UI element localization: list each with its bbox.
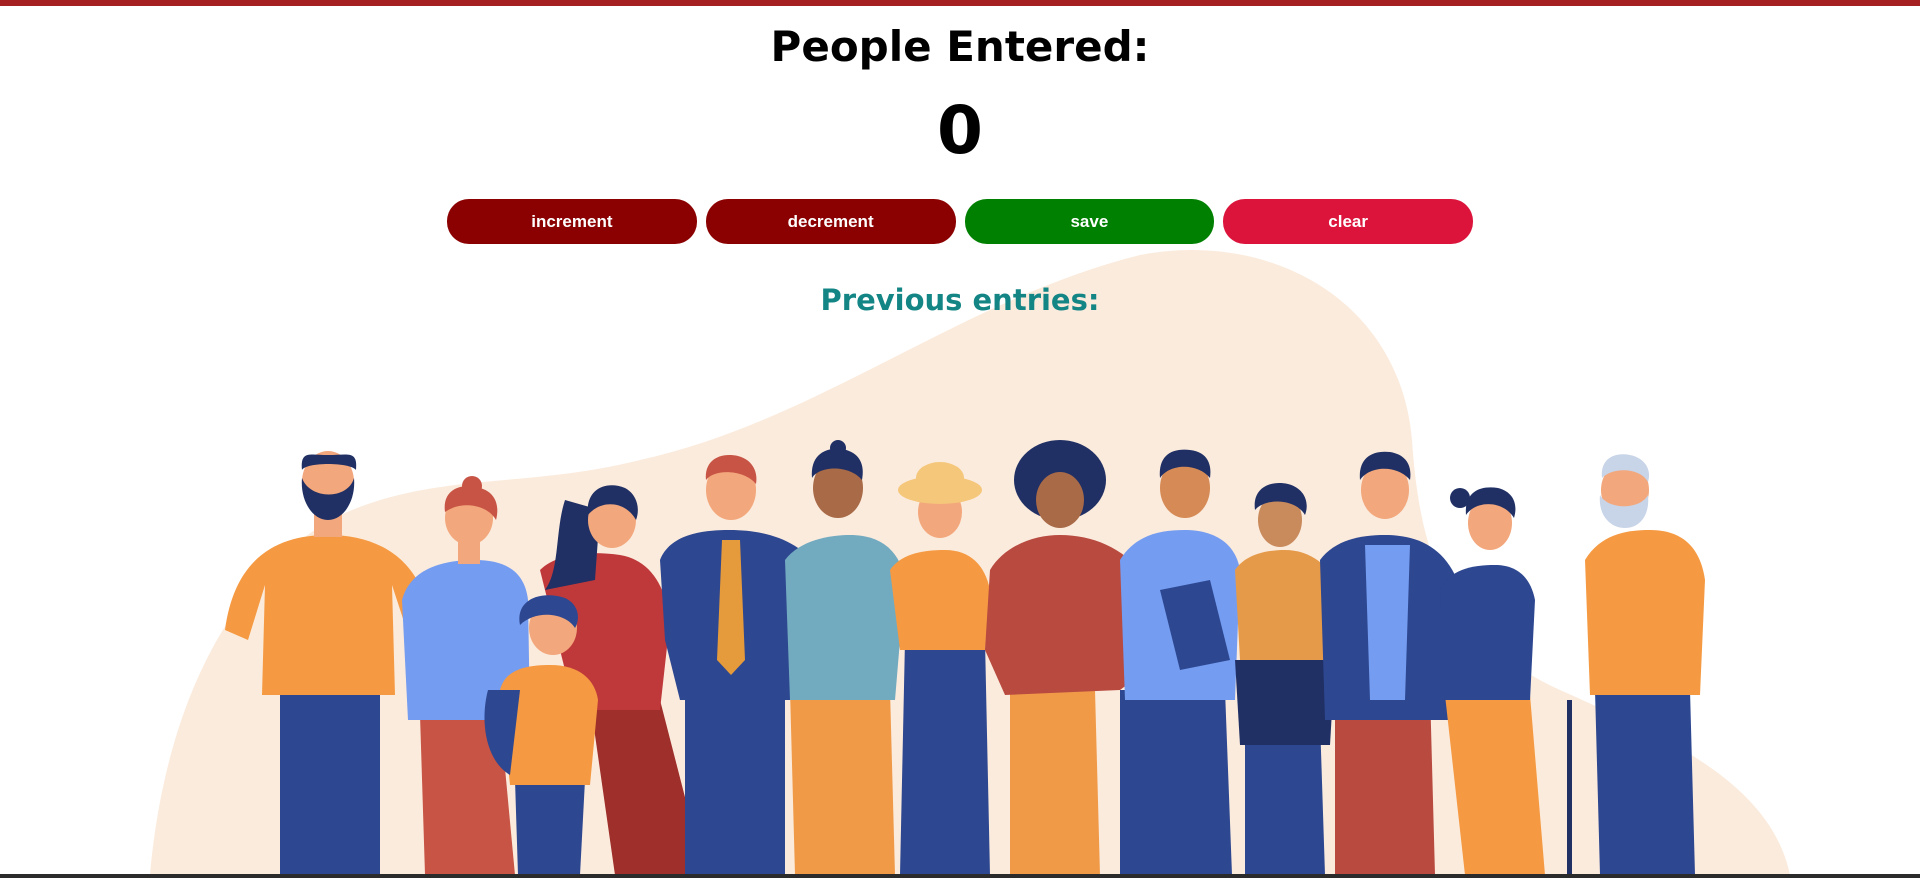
people-count: 0 [937, 92, 983, 169]
decrement-button[interactable]: decrement [705, 199, 956, 244]
page-title: People Entered: [770, 22, 1150, 71]
clear-button[interactable]: clear [1223, 199, 1473, 244]
bottom-border [0, 874, 1920, 878]
increment-button[interactable]: increment [447, 199, 697, 244]
button-row: increment decrement save clear [447, 199, 1473, 244]
previous-entries-label: Previous entries: [820, 283, 1100, 317]
save-button[interactable]: save [964, 199, 1215, 244]
